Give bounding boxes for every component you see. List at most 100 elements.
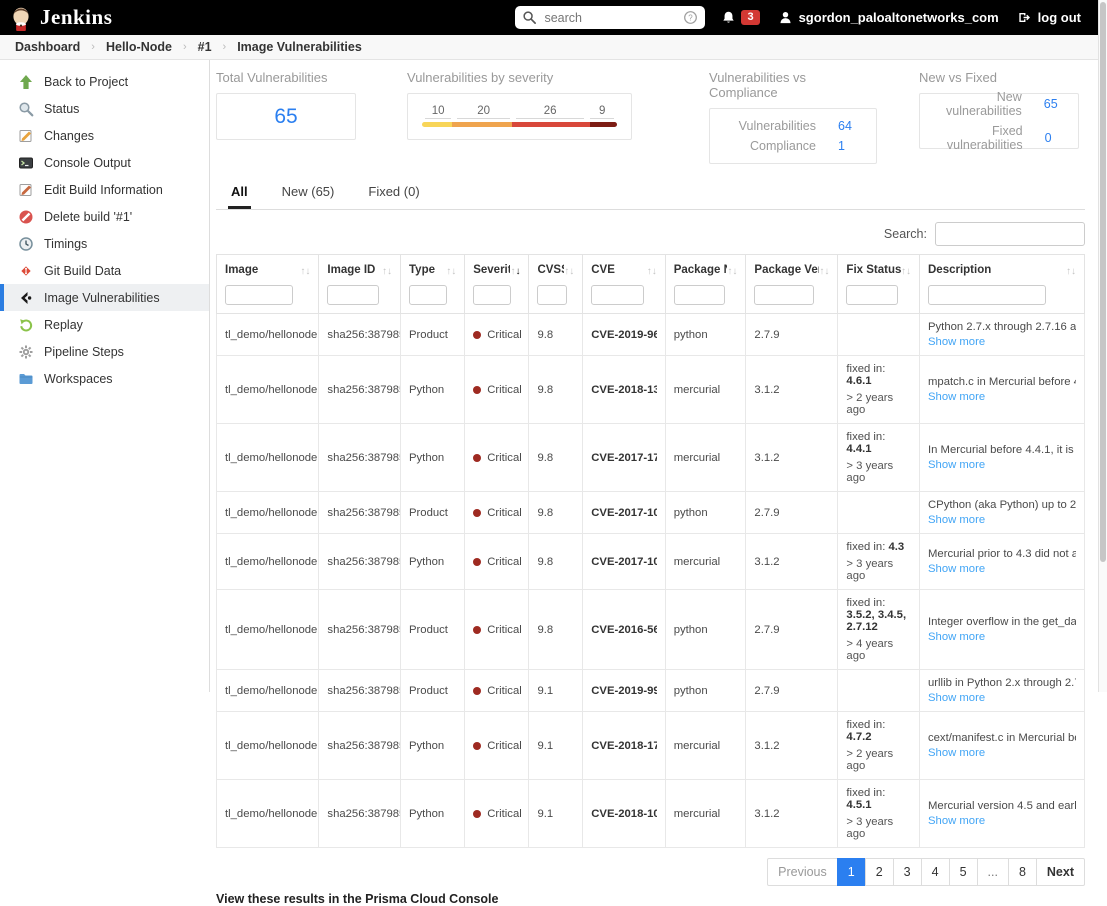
table-row: tl_demo/hellonode:latestsha256:387985591… bbox=[215, 491, 1085, 534]
sort-arrows-icon[interactable]: ↑↓ bbox=[382, 261, 392, 279]
show-more-link[interactable]: Show more bbox=[928, 747, 985, 759]
sort-arrows-icon[interactable]: ↑↓ bbox=[727, 261, 737, 279]
sort-arrows-icon[interactable]: ↑↓ bbox=[300, 261, 310, 279]
sort-arrows-icon[interactable]: ↑↓ bbox=[510, 261, 520, 279]
show-more-link[interactable]: Show more bbox=[928, 336, 985, 348]
sidebar-item-pipeline-steps[interactable]: Pipeline Steps bbox=[0, 338, 209, 365]
column-header-cvss[interactable]: CVSS↑↓ bbox=[528, 254, 584, 314]
scrollbar-thumb[interactable] bbox=[1100, 2, 1106, 562]
column-header-fix-status[interactable]: Fix Status ↑↓ bbox=[837, 254, 920, 314]
prisma-console-link[interactable]: View these results in the Prisma Cloud C… bbox=[216, 892, 1085, 906]
cell-package-name: mercurial bbox=[664, 533, 747, 590]
cell-description: Python 2.7.x through 2.7.16 and 3.x thro… bbox=[919, 313, 1085, 356]
show-more-link[interactable]: Show more bbox=[928, 631, 985, 643]
cell-image: tl_demo/hellonode:latest bbox=[215, 669, 320, 712]
column-filter-input[interactable] bbox=[846, 285, 899, 305]
pagination-page-8[interactable]: 8 bbox=[1007, 858, 1037, 886]
cell-image: tl_demo/hellonode:latest bbox=[215, 589, 320, 670]
column-header-package-version[interactable]: Package Version↑↓ bbox=[745, 254, 839, 314]
breadcrumb-item-dashboard[interactable]: Dashboard bbox=[15, 40, 80, 54]
stat-value: 65 bbox=[1043, 97, 1058, 111]
sort-arrows-icon[interactable]: ↑↓ bbox=[1066, 261, 1076, 279]
column-filter-input[interactable] bbox=[225, 285, 294, 305]
breadcrumb-item-hello-node[interactable]: Hello-Node bbox=[106, 40, 172, 54]
pagination-page-5[interactable]: 5 bbox=[948, 858, 978, 886]
show-more-link[interactable]: Show more bbox=[928, 815, 985, 827]
column-filter-input[interactable] bbox=[537, 285, 567, 305]
logout-label: log out bbox=[1037, 10, 1081, 25]
pagination-page-2[interactable]: 2 bbox=[864, 858, 894, 886]
show-more-link[interactable]: Show more bbox=[928, 692, 985, 704]
column-label: CVSS bbox=[537, 264, 564, 276]
replay-arrow-icon bbox=[18, 317, 34, 333]
sidebar-item-workspaces[interactable]: Workspaces bbox=[0, 365, 209, 392]
sidebar-item-replay[interactable]: Replay bbox=[0, 311, 209, 338]
sidebar-item-image-vulnerabilities[interactable]: Image Vulnerabilities bbox=[0, 284, 209, 311]
column-header-image-id[interactable]: Image ID ↑↓ bbox=[318, 254, 401, 314]
sort-arrows-icon[interactable]: ↑↓ bbox=[647, 261, 657, 279]
fix-versions: fixed in: 4.7.2 bbox=[846, 719, 886, 743]
column-filter-input[interactable] bbox=[673, 285, 725, 305]
column-filter-input[interactable] bbox=[473, 285, 511, 305]
breadcrumb-item-1[interactable]: #1 bbox=[198, 40, 212, 54]
logout-button[interactable]: log out bbox=[1017, 10, 1081, 25]
sidebar-item-console-output[interactable]: Console Output bbox=[0, 149, 209, 176]
column-filter-input[interactable] bbox=[591, 285, 644, 305]
cell-severity: Critical bbox=[464, 491, 530, 534]
show-more-link[interactable]: Show more bbox=[928, 459, 985, 471]
column-header-top: Severity↑↓ bbox=[473, 261, 520, 279]
user-menu[interactable]: sgordon_paloaltonetworks_com bbox=[778, 10, 999, 25]
table-search-input[interactable] bbox=[935, 222, 1085, 246]
column-filter-input[interactable] bbox=[754, 285, 815, 305]
sort-arrows-icon[interactable]: ↑↓ bbox=[819, 261, 829, 279]
sidebar-item-git-build-data[interactable]: Git Build Data bbox=[0, 257, 209, 284]
severity-value: Critical bbox=[473, 329, 522, 341]
column-filter-input[interactable] bbox=[928, 285, 1047, 305]
sidebar-item-changes[interactable]: Changes bbox=[0, 122, 209, 149]
column-header-image[interactable]: Image ↑↓ bbox=[215, 254, 320, 314]
sidebar-item-timings[interactable]: Timings bbox=[0, 230, 209, 257]
breadcrumb-item-image-vulnerabilities[interactable]: Image Vulnerabilities bbox=[237, 40, 362, 54]
tab-all[interactable]: All bbox=[228, 178, 251, 209]
sort-arrows-icon[interactable]: ↑↓ bbox=[564, 261, 574, 279]
sidebar-item-label: Timings bbox=[44, 236, 88, 251]
show-more-link[interactable]: Show more bbox=[928, 563, 985, 575]
sidebar-item-back-to-project[interactable]: Back to Project bbox=[0, 68, 209, 95]
column-header-type[interactable]: Type ↑↓ bbox=[399, 254, 466, 314]
scrollbar-track[interactable] bbox=[1098, 0, 1107, 692]
sidebar-item-edit-build-information[interactable]: Edit Build Information bbox=[0, 176, 209, 203]
pagination-page-3[interactable]: 3 bbox=[892, 858, 922, 886]
cell-image: tl_demo/hellonode:latest bbox=[215, 355, 320, 424]
column-filter-input[interactable] bbox=[327, 285, 380, 305]
column-filter-input[interactable] bbox=[409, 285, 447, 305]
column-header-description[interactable]: Description ↑↓ bbox=[919, 254, 1085, 314]
tab-new-65[interactable]: New (65) bbox=[279, 178, 338, 209]
column-header-package-name[interactable]: Package Name↑↓ bbox=[664, 254, 747, 314]
jenkins-home-link[interactable]: Jenkins bbox=[10, 5, 112, 31]
sidebar-item-status[interactable]: Status bbox=[0, 95, 209, 122]
pagination-page-1[interactable]: 1 bbox=[836, 858, 866, 886]
cell-package-name: python bbox=[664, 669, 747, 712]
stat-value: 1 bbox=[838, 139, 845, 153]
pagination-next-button[interactable]: Next bbox=[1035, 858, 1085, 886]
pagination-page-4[interactable]: 4 bbox=[920, 858, 950, 886]
notifications-button[interactable]: 3 bbox=[721, 10, 760, 25]
tab-fixed-0[interactable]: Fixed (0) bbox=[365, 178, 422, 209]
column-header-cve[interactable]: CVE ↑↓ bbox=[582, 254, 666, 314]
global-search-input[interactable] bbox=[542, 9, 679, 26]
sidebar: Back to Project Status Changes Console Outp… bbox=[0, 60, 210, 692]
sidebar-item-delete-build-1[interactable]: Delete build '#1' bbox=[0, 203, 209, 230]
cell-package-name: mercurial bbox=[664, 779, 747, 848]
show-more-link[interactable]: Show more bbox=[928, 514, 985, 526]
show-more-link[interactable]: Show more bbox=[928, 391, 985, 403]
severity-segment-label: 9 bbox=[590, 105, 614, 119]
cell-type: Python bbox=[399, 355, 466, 424]
fix-age: > 3 years ago bbox=[846, 816, 894, 840]
column-label: Fix Status bbox=[846, 264, 901, 276]
pagination-previous-button[interactable]: Previous bbox=[767, 858, 838, 886]
cell-cvss: 9.1 bbox=[528, 779, 584, 848]
sort-arrows-icon[interactable]: ↑↓ bbox=[901, 261, 911, 279]
column-header-severity[interactable]: Severity↑↓ bbox=[464, 254, 530, 314]
sort-arrows-icon[interactable]: ↑↓ bbox=[446, 261, 456, 279]
help-icon[interactable]: ? bbox=[683, 10, 698, 25]
